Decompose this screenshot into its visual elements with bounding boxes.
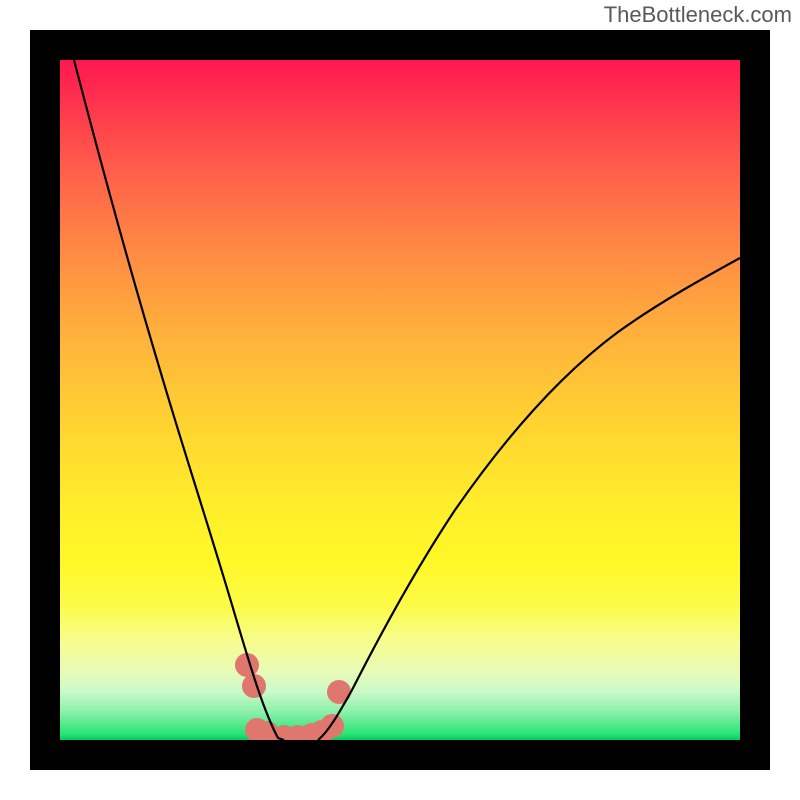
curve-layer bbox=[60, 60, 740, 740]
chart-container: TheBottleneck.com bbox=[0, 0, 800, 800]
marker-group bbox=[235, 653, 351, 740]
plot-area bbox=[30, 30, 770, 770]
watermark-text: TheBottleneck.com bbox=[604, 2, 792, 28]
left-curve bbox=[74, 60, 284, 740]
right-curve bbox=[318, 258, 740, 740]
data-marker bbox=[327, 680, 351, 704]
